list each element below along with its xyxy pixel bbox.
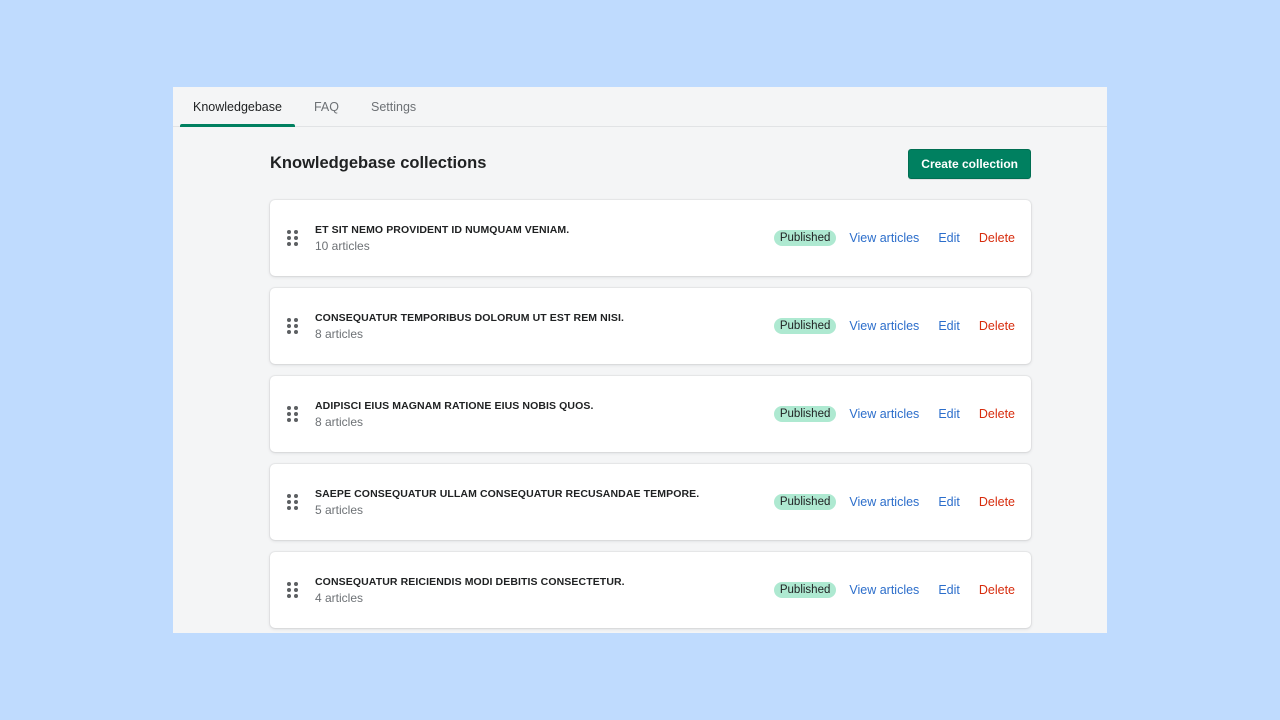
view-articles-link[interactable]: View articles	[849, 319, 919, 333]
status-badge: Published	[773, 318, 837, 334]
edit-link[interactable]: Edit	[938, 583, 960, 597]
status-badge: Published	[773, 494, 837, 510]
article-count: 8 articles	[315, 414, 364, 429]
drag-handle-icon[interactable]	[287, 582, 298, 598]
collection-actions: Published View articles Edit Delete	[773, 494, 1015, 510]
app-window: Knowledgebase FAQ Settings Knowledgebase…	[173, 87, 1107, 633]
main-content: Knowledgebase collections Create collect…	[270, 127, 1031, 633]
view-articles-link[interactable]: View articles	[849, 407, 919, 421]
article-count: 10 articles	[315, 238, 370, 253]
drag-handle-icon[interactable]	[287, 318, 298, 334]
view-articles-link[interactable]: View articles	[849, 495, 919, 509]
status-badge: Published	[773, 230, 837, 246]
delete-link[interactable]: Delete	[979, 319, 1015, 333]
tab-bar: Knowledgebase FAQ Settings	[173, 87, 1107, 127]
tab-settings[interactable]: Settings	[358, 87, 429, 126]
collection-card: ET SIT NEMO PROVIDENT ID NUMQUAM VENIAM.…	[270, 200, 1031, 276]
tab-knowledgebase[interactable]: Knowledgebase	[180, 87, 295, 127]
collection-title: CONSEQUATUR TEMPORIBUS DOLORUM UT EST RE…	[315, 311, 625, 324]
drag-handle-icon[interactable]	[287, 494, 298, 510]
collection-title: ADIPISCI EIUS MAGNAM RATIONE EIUS NOBIS …	[315, 399, 594, 412]
collection-title: CONSEQUATUR REICIENDIS MODI DEBITIS CONS…	[315, 575, 625, 588]
status-badge: Published	[773, 406, 837, 422]
status-badge: Published	[773, 582, 837, 598]
view-articles-link[interactable]: View articles	[849, 583, 919, 597]
collection-card: SAEPE CONSEQUATUR ULLAM CONSEQUATUR RECU…	[270, 464, 1031, 540]
collection-title: ET SIT NEMO PROVIDENT ID NUMQUAM VENIAM.	[315, 223, 570, 236]
collection-info: SAEPE CONSEQUATUR ULLAM CONSEQUATUR RECU…	[315, 488, 774, 517]
delete-link[interactable]: Delete	[979, 583, 1015, 597]
view-articles-link[interactable]: View articles	[849, 231, 919, 245]
delete-link[interactable]: Delete	[979, 231, 1015, 245]
page-title: Knowledgebase collections	[270, 154, 487, 172]
edit-link[interactable]: Edit	[938, 407, 960, 421]
drag-handle-icon[interactable]	[287, 406, 298, 422]
collection-info: ET SIT NEMO PROVIDENT ID NUMQUAM VENIAM.…	[315, 224, 774, 253]
collection-actions: Published View articles Edit Delete	[773, 230, 1015, 246]
drag-handle-icon[interactable]	[287, 230, 298, 246]
collection-card: ADIPISCI EIUS MAGNAM RATIONE EIUS NOBIS …	[270, 376, 1031, 452]
collection-info: CONSEQUATUR TEMPORIBUS DOLORUM UT EST RE…	[315, 312, 774, 341]
tab-faq[interactable]: FAQ	[301, 87, 352, 126]
edit-link[interactable]: Edit	[938, 319, 960, 333]
edit-link[interactable]: Edit	[938, 495, 960, 509]
create-collection-button[interactable]: Create collection	[908, 148, 1031, 179]
collection-info: ADIPISCI EIUS MAGNAM RATIONE EIUS NOBIS …	[315, 400, 774, 429]
collection-actions: Published View articles Edit Delete	[773, 582, 1015, 598]
collection-card: CONSEQUATUR REICIENDIS MODI DEBITIS CONS…	[270, 552, 1031, 628]
collection-info: CONSEQUATUR REICIENDIS MODI DEBITIS CONS…	[315, 576, 774, 605]
delete-link[interactable]: Delete	[979, 495, 1015, 509]
collection-title: SAEPE CONSEQUATUR ULLAM CONSEQUATUR RECU…	[315, 487, 700, 500]
delete-link[interactable]: Delete	[979, 407, 1015, 421]
article-count: 5 articles	[315, 502, 364, 517]
collection-list: ET SIT NEMO PROVIDENT ID NUMQUAM VENIAM.…	[270, 200, 1031, 628]
collection-actions: Published View articles Edit Delete	[773, 318, 1015, 334]
collection-actions: Published View articles Edit Delete	[773, 406, 1015, 422]
collection-card: CONSEQUATUR TEMPORIBUS DOLORUM UT EST RE…	[270, 288, 1031, 364]
edit-link[interactable]: Edit	[938, 231, 960, 245]
page-header: Knowledgebase collections Create collect…	[270, 127, 1031, 200]
article-count: 8 articles	[315, 326, 364, 341]
article-count: 4 articles	[315, 590, 364, 605]
